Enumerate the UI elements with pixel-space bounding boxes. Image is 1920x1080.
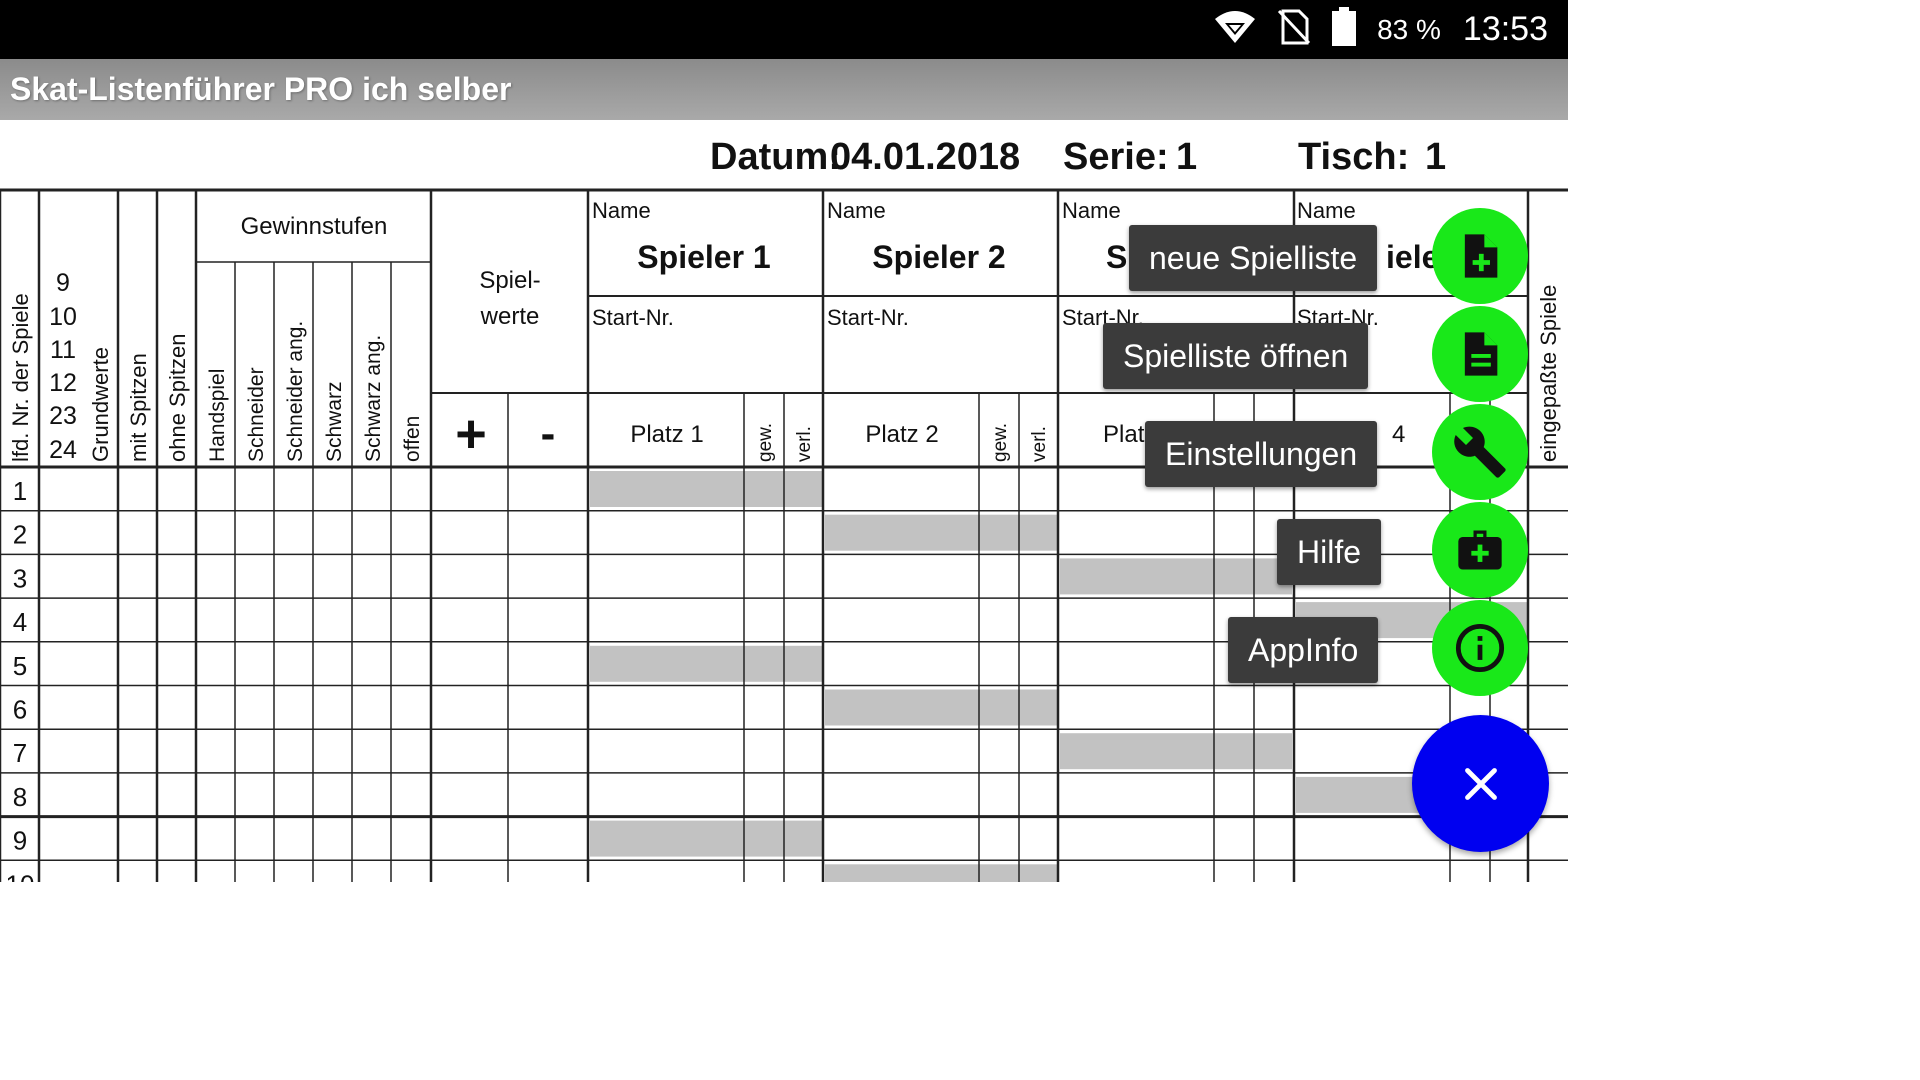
help-button[interactable]: [1432, 502, 1528, 598]
name-label: Name: [827, 198, 886, 223]
shaded-cell: [590, 645, 822, 682]
row-number: 8: [13, 782, 27, 812]
gewinnstufe-label: Schwarz ang.: [362, 335, 385, 462]
row-number: 4: [13, 607, 27, 637]
player-name[interactable]: Spieler 1: [637, 239, 770, 275]
speed-dial-label[interactable]: Spielliste öffnen: [1103, 323, 1369, 389]
spielwerte-label-2: werte: [480, 303, 540, 330]
label-text: AppInfo: [1248, 632, 1359, 668]
minus-sign: -: [541, 409, 556, 458]
app-bar: Skat-Listenführer PRO ich selber: [0, 59, 1568, 120]
player-block-1[interactable]: Name Spieler 1 Start-Nr. Platz 1 gew. ve…: [592, 198, 815, 462]
info-icon: [1455, 623, 1505, 673]
clock: 13:53: [1462, 10, 1548, 48]
grundwert-num: 23: [49, 402, 77, 430]
row-number: 1: [13, 476, 27, 506]
gew-label: gew.: [755, 423, 776, 462]
open-list-icon: [1464, 332, 1498, 376]
start-nr-label: Start-Nr.: [827, 305, 909, 330]
status-bar: 83 % 13:53: [0, 0, 1568, 59]
grundwert-num: 9: [56, 269, 70, 297]
row-number: 9: [13, 826, 27, 856]
shaded-cell: [825, 689, 1057, 726]
shaded-cell: [825, 514, 1057, 551]
col-mit-spitzen-label: mit Spitzen: [126, 353, 151, 462]
label-text: Einstellungen: [1165, 436, 1358, 472]
label-text: Spielliste öffnen: [1123, 338, 1349, 374]
platz-label: Platz 2: [865, 421, 938, 448]
appinfo-button[interactable]: [1432, 600, 1528, 696]
platz-label: 4: [1392, 421, 1405, 448]
grundwert-num: 24: [49, 436, 77, 464]
plus-sign: +: [455, 404, 487, 464]
battery-percent: 83 %: [1377, 13, 1441, 45]
start-nr-label: Start-Nr.: [592, 305, 674, 330]
open-list-button[interactable]: [1432, 306, 1528, 402]
first-aid-icon: [1458, 530, 1502, 570]
grundwert-num: 11: [50, 336, 76, 364]
gew-label: gew.: [990, 423, 1011, 462]
row-number: 6: [13, 695, 27, 725]
no-sim-icon: [1277, 9, 1311, 50]
speed-dial-label[interactable]: neue Spielliste: [1129, 225, 1378, 291]
new-file-icon: [1464, 234, 1498, 278]
shaded-cell: [825, 864, 1057, 882]
shaded-cell: [1060, 733, 1292, 770]
col-ohne-spitzen-label: ohne Spitzen: [165, 334, 190, 462]
gewinnstufen-title: Gewinnstufen: [241, 213, 388, 240]
verl-label: verl.: [794, 426, 815, 462]
grundwerte-numbers: 9 10 11 12 23 24: [49, 269, 77, 464]
spielwerte-label-1: Spiel-: [479, 267, 540, 294]
label-text: neue Spielliste: [1149, 240, 1358, 276]
shaded-cell: [590, 820, 822, 857]
row-number: 2: [13, 520, 27, 550]
close-speed-dial-button[interactable]: [1412, 715, 1549, 852]
col-grundwerte-label: Grundwerte: [88, 347, 113, 462]
speed-dial-label[interactable]: Hilfe: [1277, 519, 1382, 585]
app-title: Skat-Listenführer PRO ich selber: [10, 71, 512, 107]
shaded-cell: [590, 471, 822, 507]
battery-icon: [1331, 7, 1357, 52]
gewinnstufe-label: Schwarz: [323, 381, 346, 462]
gewinnstufe-label: offen: [401, 416, 424, 462]
verl-label: verl.: [1029, 426, 1050, 462]
speed-dial-label[interactable]: AppInfo: [1228, 617, 1379, 683]
settings-button[interactable]: [1432, 404, 1528, 500]
grundwert-num: 10: [49, 303, 77, 331]
wifi-icon: [1213, 9, 1257, 50]
player-block-2[interactable]: Name Spieler 2 Start-Nr. Platz 2 gew. ve…: [827, 198, 1050, 462]
shaded-cell: [1060, 558, 1292, 595]
grundwert-num: 12: [49, 369, 77, 397]
col-eingepasste-label: eingepaßte Spiele: [1536, 285, 1561, 462]
row-number: 3: [13, 563, 27, 593]
platz-label: Platz 1: [630, 421, 703, 448]
name-label: Name: [1062, 198, 1121, 223]
row-numbers: 1 2 3 4 5 6 7 8 9 10: [6, 476, 35, 882]
wrench-icon: [1454, 426, 1506, 478]
label-text: Hilfe: [1297, 534, 1362, 570]
close-icon: [1464, 767, 1497, 800]
speed-dial-label[interactable]: Einstellungen: [1145, 421, 1378, 487]
name-label: Name: [592, 198, 651, 223]
gewinnstufe-label: Schneider ang.: [284, 321, 307, 462]
row-number: 10: [6, 869, 35, 882]
gewinnstufe-label: Schneider: [245, 367, 268, 462]
name-label: Name: [1297, 198, 1356, 223]
gewinnstufe-label: Handspiel: [206, 369, 229, 462]
player-name[interactable]: Spieler 2: [872, 239, 1005, 275]
new-list-button[interactable]: [1432, 208, 1528, 304]
player-name[interactable]: S: [1106, 239, 1127, 275]
row-number: 5: [13, 651, 27, 681]
col-lfd-label: lfd. Nr. der Spiele: [8, 293, 33, 462]
row-number: 7: [13, 738, 27, 768]
